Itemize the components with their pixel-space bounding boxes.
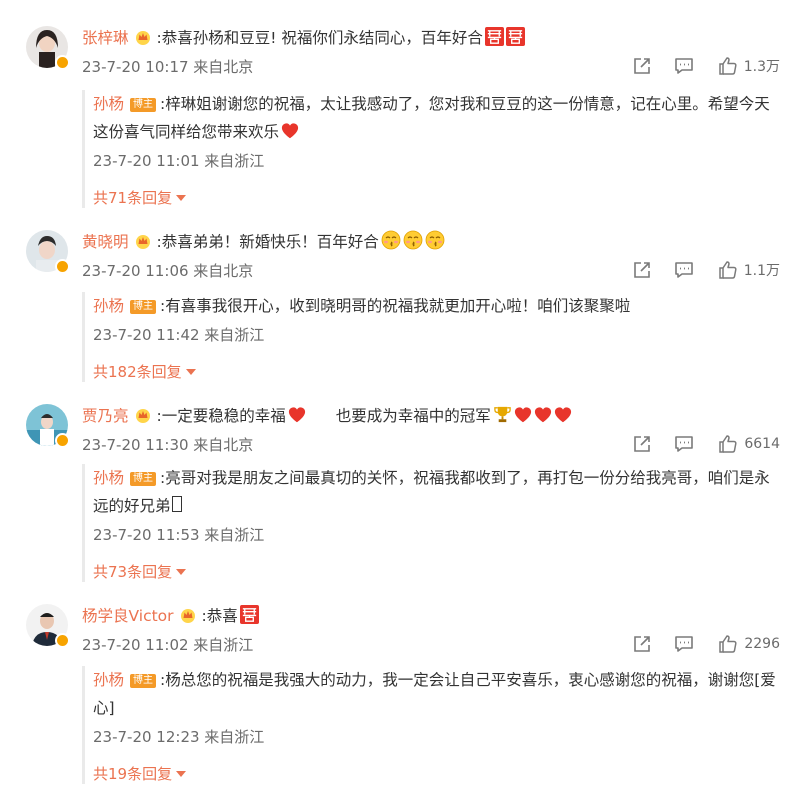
author-badge: 博主 xyxy=(130,472,157,486)
comment-icon[interactable] xyxy=(674,434,694,454)
double-happiness-emoji xyxy=(240,605,259,624)
caret-down-icon xyxy=(176,771,187,777)
share-icon[interactable] xyxy=(632,434,652,454)
heart-emoji xyxy=(288,406,306,424)
comment-text: :恭喜弟弟！新婚快乐！百年好合 xyxy=(156,233,379,251)
comment-meta: 23-7-20 11:02 来自浙江 xyxy=(82,636,254,654)
heart-emoji xyxy=(281,122,299,140)
kiss-emoji xyxy=(381,230,401,250)
comment-icon[interactable] xyxy=(674,634,694,654)
comment-meta: 23-7-20 11:06 来自北京 xyxy=(82,262,254,280)
reply-text: :梓琳姐谢谢您的祝福，太让我感动了，您对我和豆豆的这一份情意，记在心里。希望今天… xyxy=(93,95,770,141)
heart-emoji xyxy=(554,406,572,424)
reply-username[interactable]: 孙杨 xyxy=(93,671,124,689)
like-icon[interactable] xyxy=(718,634,738,654)
like-count: 1.1万 xyxy=(743,263,780,279)
share-icon[interactable] xyxy=(632,56,652,76)
comment-actions: 1.3万 xyxy=(632,55,780,77)
avatar[interactable] xyxy=(26,230,70,274)
avatar[interactable] xyxy=(26,404,70,448)
heart-emoji xyxy=(534,406,552,424)
username[interactable]: 贾乃亮 xyxy=(82,407,129,425)
reply-block: 孙杨 博主:亮哥对我是朋友之间最真切的关怀，祝福我都收到了，再打包一份分给我亮哥，… xyxy=(82,464,783,582)
comment-text-2: 也要成为幸福中的冠军 xyxy=(335,407,491,425)
more-replies-label: 共73条回复 xyxy=(93,563,173,581)
caret-down-icon xyxy=(176,195,187,201)
comment-meta: 23-7-20 10:17 来自北京 xyxy=(82,58,254,76)
username[interactable]: 张梓琳 xyxy=(82,29,129,47)
crown-icon xyxy=(135,29,151,45)
avatar[interactable] xyxy=(26,604,70,648)
double-happiness-emoji xyxy=(506,27,525,46)
reply-username[interactable]: 孙杨 xyxy=(93,469,124,487)
comment-actions: 1.1万 xyxy=(632,259,780,281)
verified-badge-icon xyxy=(55,433,70,448)
like-icon[interactable] xyxy=(718,434,738,454)
caret-down-icon xyxy=(185,369,196,375)
reply-username[interactable]: 孙杨 xyxy=(93,297,124,315)
kiss-emoji xyxy=(403,230,423,250)
reply-username[interactable]: 孙杨 xyxy=(93,95,124,113)
reply-meta: 23-7-20 12:23 来自浙江 xyxy=(93,728,265,746)
like-count: 1.3万 xyxy=(743,59,780,75)
more-replies-link[interactable]: 共19条回复 xyxy=(93,763,783,784)
reply-meta: 23-7-20 11:01 来自浙江 xyxy=(93,152,265,170)
kiss-emoji xyxy=(425,230,445,250)
heart-emoji xyxy=(514,406,532,424)
reply-text: :有喜事我很开心，收到晓明哥的祝福我就更加开心啦！咱们该聚聚啦 xyxy=(160,297,631,315)
comment-text: :恭喜 xyxy=(201,607,238,625)
crown-icon xyxy=(135,407,151,423)
caret-down-icon xyxy=(176,569,187,575)
comment-icon[interactable] xyxy=(674,56,694,76)
author-badge: 博主 xyxy=(130,98,157,112)
more-replies-label: 共19条回复 xyxy=(93,765,173,783)
more-replies-label: 共71条回复 xyxy=(93,189,173,207)
like-icon[interactable] xyxy=(718,56,738,76)
like-count: 6614 xyxy=(744,436,780,452)
reply-meta: 23-7-20 11:42 来自浙江 xyxy=(93,326,265,344)
trophy-emoji xyxy=(493,405,512,424)
username[interactable]: 黄晓明 xyxy=(82,233,129,251)
verified-badge-icon xyxy=(55,259,70,274)
crown-icon xyxy=(135,233,151,249)
like-icon[interactable] xyxy=(718,260,738,280)
reply-block: 孙杨 博主:有喜事我很开心，收到晓明哥的祝福我就更加开心啦！咱们该聚聚啦 23-7… xyxy=(82,292,783,382)
comment-text: :一定要稳稳的幸福 xyxy=(156,407,286,425)
more-replies-link[interactable]: 共73条回复 xyxy=(93,561,783,582)
more-replies-link[interactable]: 共182条回复 xyxy=(93,361,783,382)
reply-text: :杨总您的祝福是我强大的动力，我一定会让自己平安喜乐，衷心感谢您的祝福，谢谢您[… xyxy=(93,671,776,717)
reply-block: 孙杨 博主:杨总您的祝福是我强大的动力，我一定会让自己平安喜乐，衷心感谢您的祝福，… xyxy=(82,666,783,784)
comment-actions: 6614 xyxy=(632,433,780,455)
share-icon[interactable] xyxy=(632,634,652,654)
share-icon[interactable] xyxy=(632,260,652,280)
comment-text: :恭喜孙杨和豆豆! 祝福你们永结同心，百年好合 xyxy=(156,29,483,47)
more-replies-label: 共182条回复 xyxy=(93,363,182,381)
verified-badge-icon xyxy=(55,55,70,70)
double-happiness-emoji xyxy=(485,27,504,46)
comment-meta: 23-7-20 11:30 来自北京 xyxy=(82,436,254,454)
username[interactable]: 杨学良Victor xyxy=(82,607,174,625)
author-badge: 博主 xyxy=(130,300,157,314)
verified-badge-icon xyxy=(55,633,70,648)
reply-block: 孙杨 博主:梓琳姐谢谢您的祝福，太让我感动了，您对我和豆豆的这一份情意，记在心里。… xyxy=(82,90,783,208)
avatar[interactable] xyxy=(26,26,70,70)
reply-meta: 23-7-20 11:53 来自浙江 xyxy=(93,526,265,544)
crown-icon xyxy=(180,607,196,623)
more-replies-link[interactable]: 共71条回复 xyxy=(93,187,783,208)
missing-glyph-box xyxy=(171,496,182,512)
comment-icon[interactable] xyxy=(674,260,694,280)
comment-actions: 2296 xyxy=(632,633,780,655)
like-count: 2296 xyxy=(744,636,780,652)
reply-text: :亮哥对我是朋友之间最真切的关怀，祝福我都收到了，再打包一份分给我亮哥，咱们是永… xyxy=(93,469,770,515)
author-badge: 博主 xyxy=(130,674,157,688)
